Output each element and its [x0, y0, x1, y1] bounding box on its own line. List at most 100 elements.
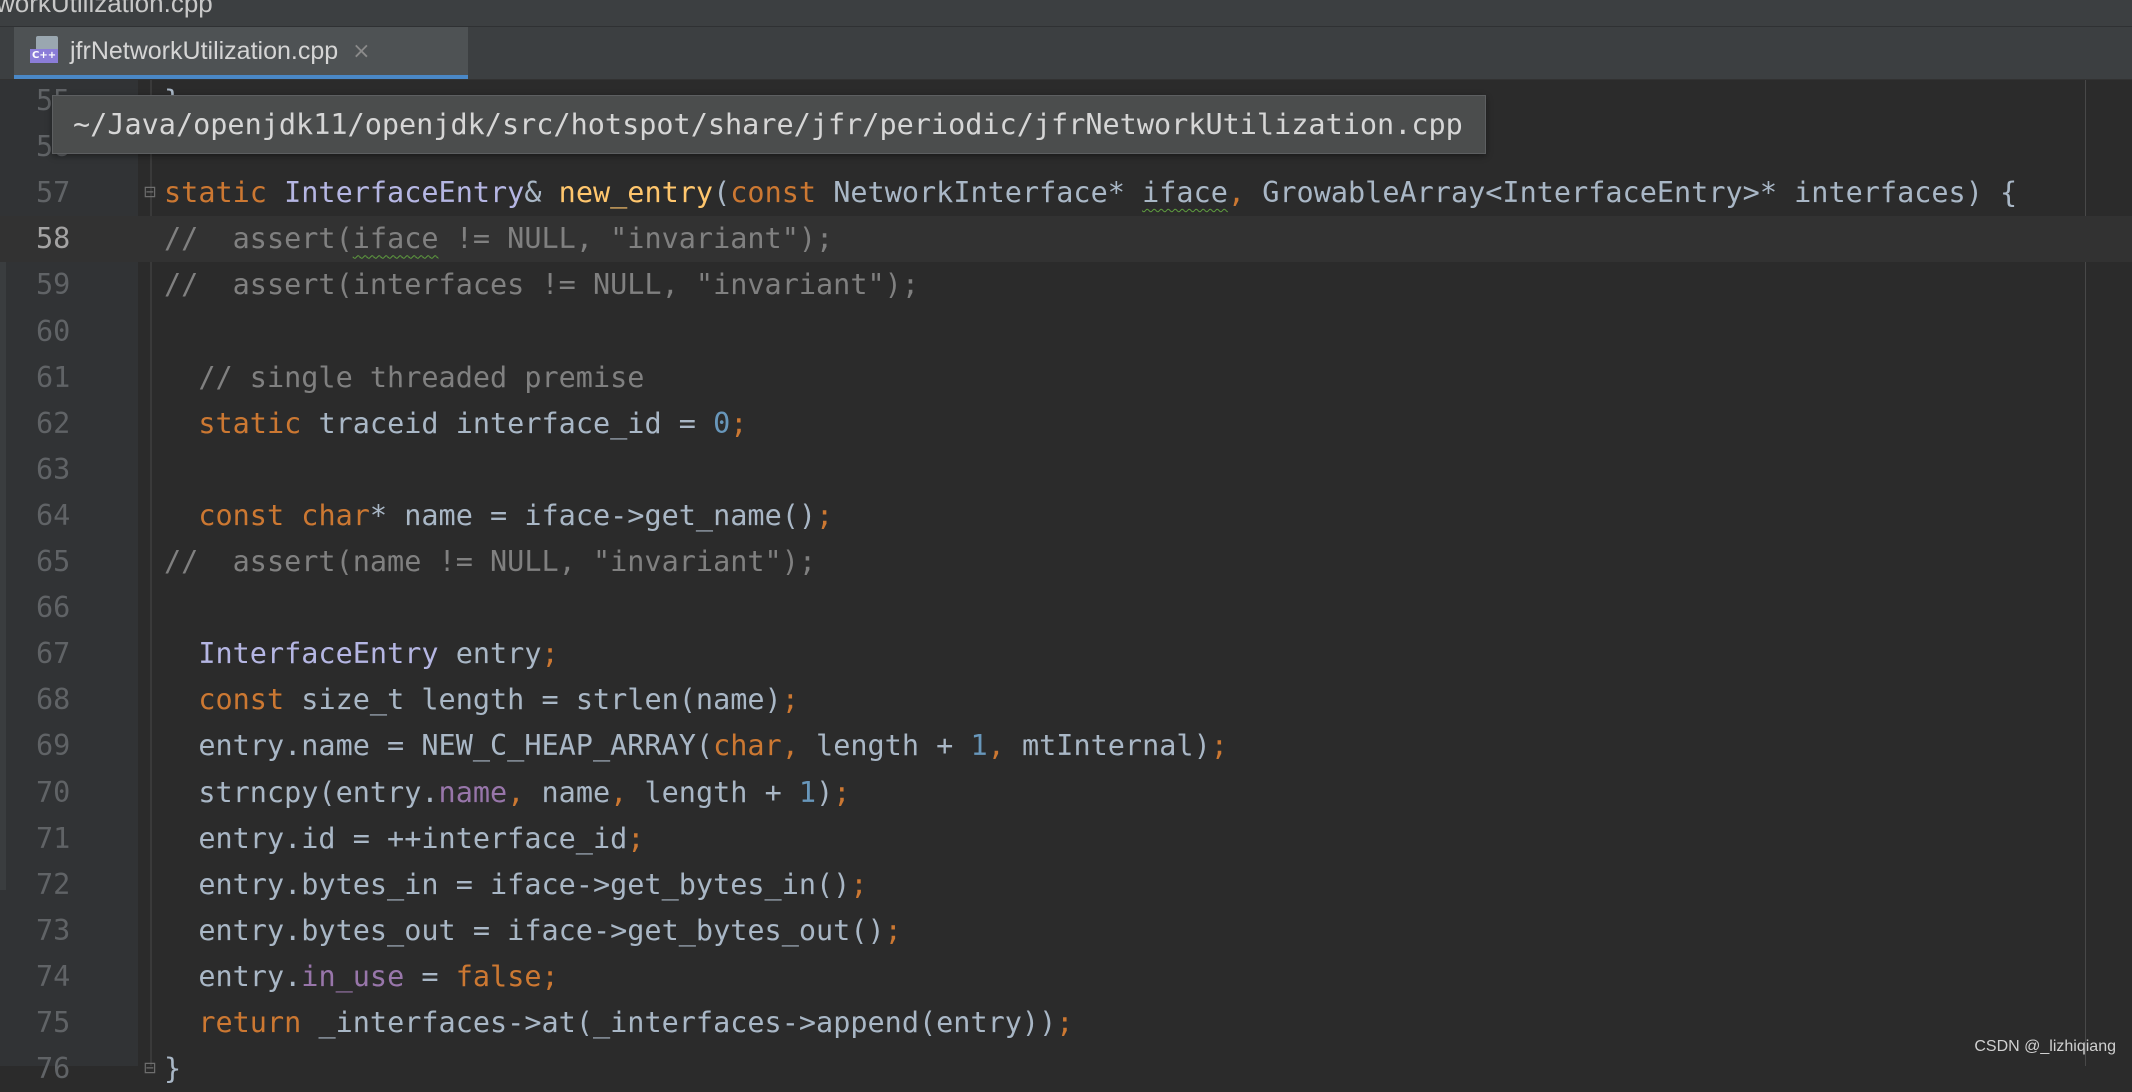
- line-number: 74: [36, 959, 71, 993]
- code-text: static traceid interface_id = 0;: [164, 401, 747, 447]
- code-token: ;: [627, 821, 645, 855]
- code-token: GrowableArray<InterfaceEntry>* interface…: [1262, 176, 2018, 210]
- code-token: name: [438, 775, 508, 809]
- code-token: ;: [541, 959, 559, 993]
- code-token: strncpy(entry.: [164, 775, 439, 809]
- code-token: 1: [970, 729, 988, 763]
- code-text: entry.bytes_in = iface->get_bytes_in();: [164, 862, 868, 908]
- code-token: NetworkInterface: [833, 176, 1108, 210]
- code-line[interactable]: 73 entry.bytes_out = iface->get_bytes_ou…: [0, 908, 2132, 954]
- code-line[interactable]: 75 return _interfaces->at(_interfaces->a…: [0, 1000, 2132, 1046]
- line-number: 76: [36, 1052, 71, 1086]
- code-text: return _interfaces->at(_interfaces->appe…: [164, 1000, 1073, 1046]
- watermark: CSDN @_lizhiqiang: [1974, 1038, 2116, 1055]
- code-token: InterfaceEntry: [198, 637, 439, 671]
- line-number: 67: [36, 637, 71, 671]
- code-token: ;: [850, 867, 868, 901]
- code-text: const char* name = iface->get_name();: [164, 493, 833, 539]
- tab-label: jfrNetworkUtilization.cpp: [70, 36, 339, 65]
- code-token: ,: [1227, 176, 1263, 210]
- code-line[interactable]: 62 static traceid interface_id = 0;: [0, 401, 2132, 447]
- code-token: ;: [1210, 729, 1228, 763]
- code-line[interactable]: 69 entry.name = NEW_C_HEAP_ARRAY(char, l…: [0, 723, 2132, 769]
- code-text: entry.id = ++interface_id;: [164, 816, 644, 862]
- fold-marker-icon[interactable]: ⊟: [141, 1059, 159, 1077]
- code-text: const size_t length = strlen(name);: [164, 677, 799, 723]
- code-token: != NULL, "invariant");: [438, 222, 834, 256]
- code-line[interactable]: 66: [0, 585, 2132, 631]
- cpp-file-icon: C++: [30, 36, 60, 66]
- line-number: 71: [36, 821, 71, 855]
- code-line[interactable]: 72 entry.bytes_in = iface->get_bytes_in(…: [0, 862, 2132, 908]
- code-token: 0: [713, 406, 731, 440]
- code-line[interactable]: 60: [0, 309, 2132, 355]
- code-token: // single threaded premise: [164, 360, 645, 394]
- code-line[interactable]: 65 // assert(name != NULL, "invariant");: [0, 539, 2132, 585]
- code-line[interactable]: 64 const char* name = iface->get_name();: [0, 493, 2132, 539]
- code-token: entry.bytes_in = iface->get_bytes_in(): [164, 867, 851, 901]
- close-tab-icon[interactable]: ×: [352, 39, 370, 64]
- code-token: ): [816, 775, 834, 809]
- code-token: const: [730, 176, 834, 210]
- code-text: entry.bytes_out = iface->get_bytes_out()…: [164, 908, 902, 954]
- code-token: // assert(: [164, 222, 353, 256]
- code-token: ,: [507, 775, 542, 809]
- code-token: 1: [798, 775, 817, 809]
- line-number: 69: [36, 729, 71, 763]
- code-token: _interfaces->at(_interfaces->append(entr…: [318, 1006, 1057, 1039]
- cpp-file-icon-label: C++: [30, 49, 59, 63]
- code-token: iface: [1142, 176, 1228, 210]
- code-token: const: [164, 683, 302, 717]
- code-token: new_entry: [558, 176, 714, 210]
- code-text: strncpy(entry.name, name, length + 1);: [164, 770, 850, 816]
- line-number: 61: [36, 360, 71, 394]
- line-number: 64: [36, 498, 71, 532]
- code-token: &: [524, 176, 559, 210]
- code-token: name: [541, 775, 611, 809]
- code-token: ,: [781, 729, 817, 763]
- code-line[interactable]: 74 entry.in_use = false;: [0, 954, 2132, 1000]
- code-text: InterfaceEntry entry;: [164, 631, 559, 677]
- code-token: InterfaceEntry: [284, 176, 525, 210]
- code-line[interactable]: 68 const size_t length = strlen(name);: [0, 677, 2132, 723]
- code-token: ;: [781, 683, 799, 717]
- code-token: ,: [610, 775, 645, 809]
- code-line[interactable]: 58 // assert(iface != NULL, "invariant");: [0, 216, 2132, 263]
- code-text: // assert(iface != NULL, "invariant");: [164, 216, 833, 262]
- code-token: entry.id = ++interface_id: [164, 821, 628, 855]
- code-token: }: [164, 1052, 182, 1086]
- code-token: char: [713, 729, 782, 763]
- code-token: *: [1107, 176, 1143, 210]
- fold-marker-icon[interactable]: ⊟: [141, 183, 159, 201]
- code-token: ;: [730, 406, 748, 440]
- code-line[interactable]: 70 strncpy(entry.name, name, length + 1)…: [0, 770, 2132, 816]
- code-line[interactable]: 76 ⊟}: [0, 1046, 2132, 1092]
- line-number: 58: [36, 222, 71, 256]
- code-line[interactable]: 59 // assert(interfaces != NULL, "invaria…: [0, 262, 2132, 308]
- code-token: static: [164, 406, 319, 440]
- code-text: // single threaded premise: [164, 355, 644, 401]
- line-number: 70: [36, 775, 71, 809]
- code-line[interactable]: 61 // single threaded premise: [0, 355, 2132, 401]
- code-token: in_use: [301, 959, 405, 993]
- code-line[interactable]: 71 entry.id = ++interface_id;: [0, 816, 2132, 862]
- code-token: ,: [987, 729, 1022, 763]
- line-number: 62: [36, 406, 71, 440]
- code-line[interactable]: 57 ⊟ static InterfaceEntry& new_entry(cons…: [0, 170, 2132, 216]
- file-path-tooltip: ~/Java/openjdk11/openjdk/src/hotspot/sha…: [52, 95, 1486, 154]
- line-number: 63: [36, 452, 71, 486]
- tab-jfr-network-utilization[interactable]: C++ jfrNetworkUtilization.cpp ×: [14, 27, 468, 79]
- code-text: entry.in_use = false;: [164, 954, 559, 1000]
- code-text: }: [164, 1046, 181, 1092]
- code-token: entry.bytes_out = iface->get_bytes_out(): [164, 913, 885, 947]
- code-line[interactable]: 63: [0, 447, 2132, 493]
- code-token: char: [301, 498, 370, 532]
- code-token: entry: [438, 637, 542, 671]
- code-token: traceid interface_id =: [318, 406, 714, 440]
- code-token: (: [713, 176, 731, 210]
- code-line[interactable]: 67 InterfaceEntry entry;: [0, 631, 2132, 677]
- code-token: ;: [541, 637, 559, 671]
- code-token: // assert(interfaces != NULL, "invariant…: [164, 268, 919, 302]
- code-token: ;: [1056, 1006, 1074, 1039]
